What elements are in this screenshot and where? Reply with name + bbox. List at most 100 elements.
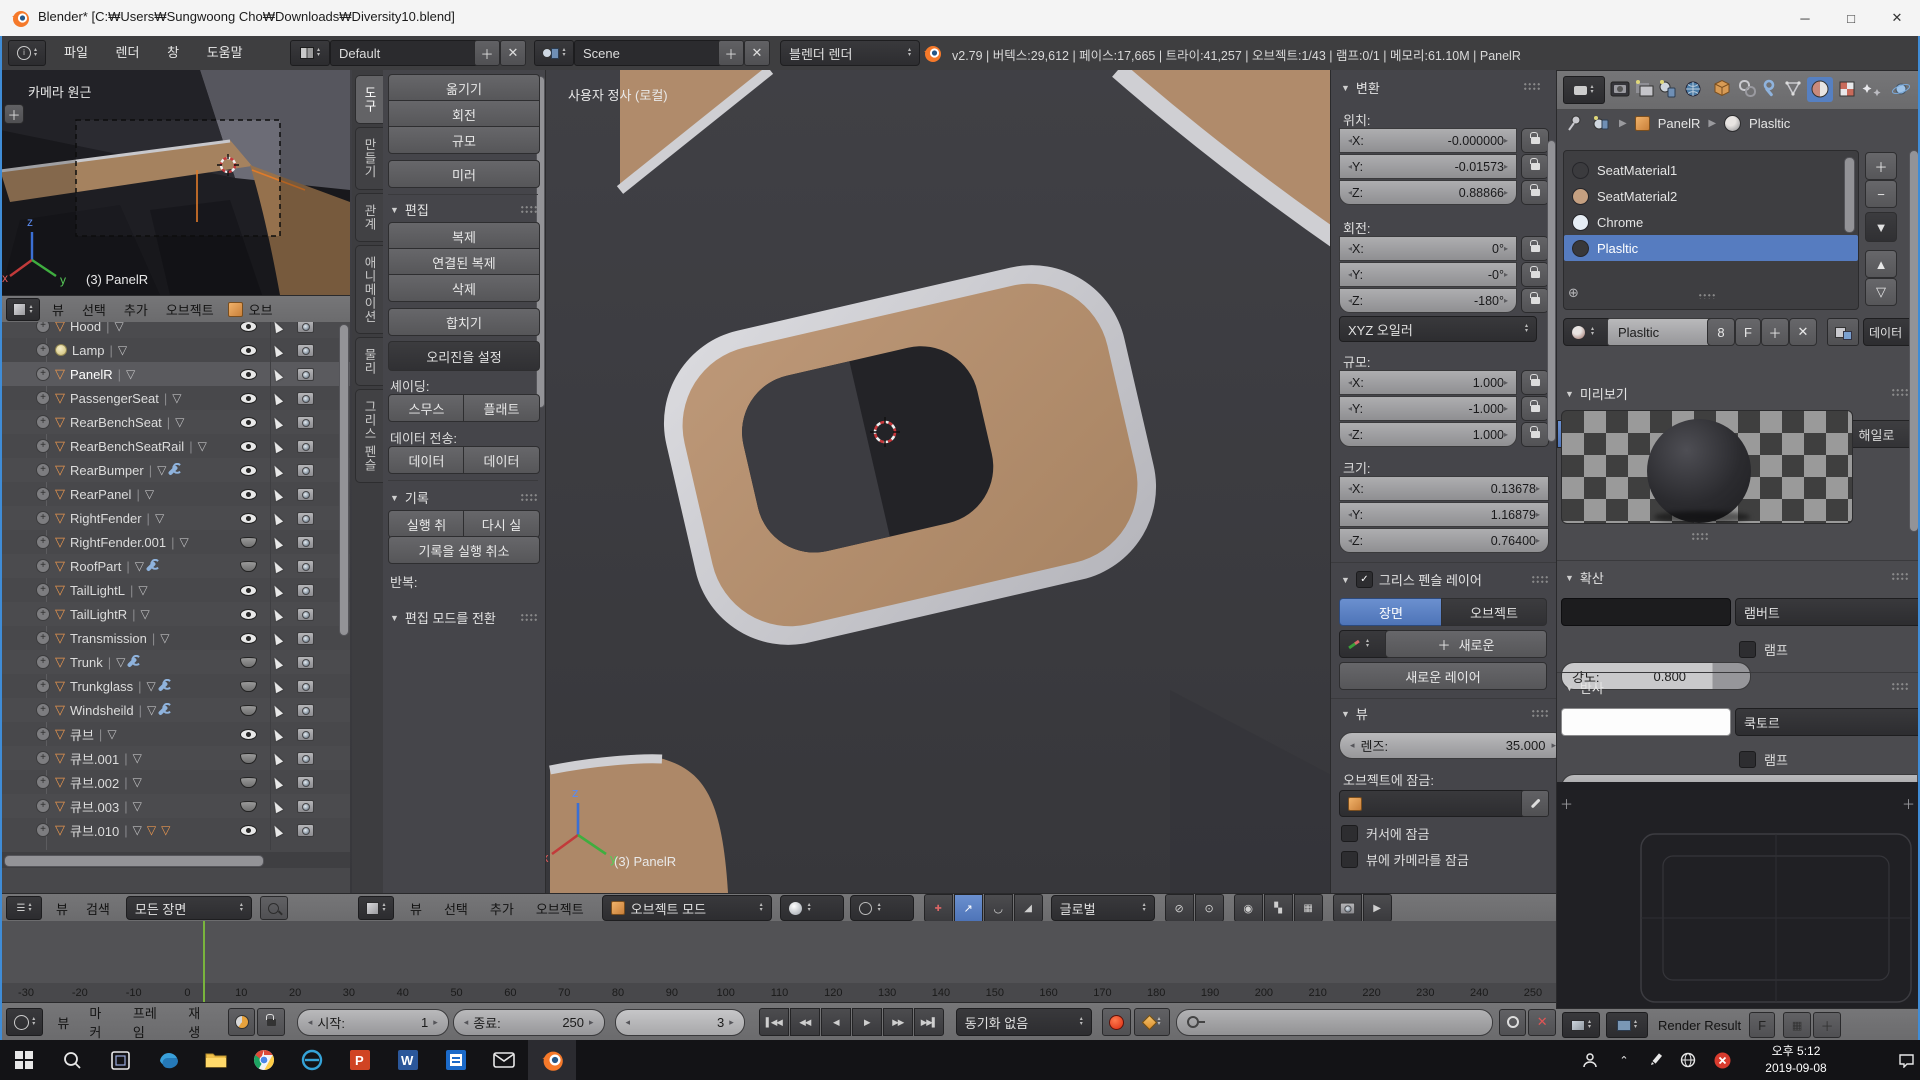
- expand-icon[interactable]: +: [36, 391, 50, 405]
- dimension-field[interactable]: ◂Y:1.16879▸: [1339, 502, 1549, 527]
- rotation-field[interactable]: ◂Y:-0°▸: [1339, 262, 1517, 287]
- visibility-eye-icon[interactable]: [240, 345, 257, 356]
- selectable-arrow-icon[interactable]: [271, 607, 283, 620]
- object-name[interactable]: RearBenchSeatRail: [70, 439, 184, 454]
- visibility-eye-icon[interactable]: [240, 825, 257, 836]
- chrome-icon[interactable]: [240, 1040, 288, 1080]
- expand-icon[interactable]: +: [36, 727, 50, 741]
- search-button[interactable]: [48, 1040, 96, 1080]
- expand-icon[interactable]: +: [36, 463, 50, 477]
- add-scene-button[interactable]: ＋: [718, 40, 744, 66]
- expand-icon[interactable]: +: [36, 415, 50, 429]
- panel-grip[interactable]: [1891, 388, 1909, 396]
- selectable-arrow-icon[interactable]: [271, 703, 283, 716]
- visibility-eye-icon[interactable]: [240, 322, 257, 332]
- mode-select-partial[interactable]: 오브: [249, 300, 273, 319]
- diffuse-color-swatch[interactable]: [1561, 598, 1731, 626]
- action-center-icon[interactable]: [1892, 1040, 1920, 1080]
- renderable-camera-icon[interactable]: [297, 704, 314, 717]
- fake-user-button[interactable]: F: [1749, 1012, 1775, 1038]
- panel-grip[interactable]: [1531, 575, 1549, 583]
- transfer-data-layout-button[interactable]: 데이터: [463, 446, 540, 474]
- outliner-row[interactable]: + ▽ RightFender | ▽ ▽ ▽: [0, 506, 350, 530]
- expand-icon[interactable]: +: [36, 799, 50, 813]
- expand-icon[interactable]: +: [36, 583, 50, 597]
- renderable-camera-icon[interactable]: [297, 536, 314, 549]
- properties-tab-strip[interactable]: [1609, 76, 1917, 103]
- scale-field[interactable]: ◂Z:1.000▸: [1339, 422, 1517, 447]
- menu-render[interactable]: 렌더: [104, 36, 152, 69]
- material-list-scrollbar[interactable]: [1844, 157, 1855, 233]
- visibility-eye-icon[interactable]: [240, 681, 257, 692]
- selectable-arrow-icon[interactable]: [271, 367, 283, 380]
- visibility-eye-icon[interactable]: [240, 393, 257, 404]
- menu-frame[interactable]: 프레임: [133, 1003, 168, 1041]
- expand-icon[interactable]: +: [36, 655, 50, 669]
- lock-object-field[interactable]: [1339, 790, 1535, 817]
- menu-object[interactable]: 오브젝트: [536, 899, 584, 918]
- gp-object-tab[interactable]: 오브젝트: [1441, 598, 1547, 626]
- selectable-arrow-icon[interactable]: [271, 463, 283, 476]
- material-slot[interactable]: Chrome: [1564, 209, 1858, 235]
- hardness-slider[interactable]: ◂경도: 50▸: [1561, 774, 1917, 782]
- panel-grip[interactable]: [520, 493, 538, 501]
- object-name[interactable]: RoofPart: [70, 559, 121, 574]
- use-preview-range-button[interactable]: [228, 1008, 256, 1036]
- mirror-button[interactable]: 미러: [388, 160, 540, 188]
- play-reverse-button[interactable]: ◀: [821, 1008, 851, 1036]
- selectable-arrow-icon[interactable]: [271, 655, 283, 668]
- object-name[interactable]: Transmission: [70, 631, 147, 646]
- selectable-arrow-icon[interactable]: [271, 343, 283, 356]
- render-engine-select[interactable]: 블렌더 렌더▴▾: [780, 40, 920, 66]
- object-name[interactable]: TailLightR: [70, 607, 127, 622]
- transform-orientation-select[interactable]: 글로벌▴▾: [1051, 895, 1155, 921]
- object-name[interactable]: RightFender: [70, 511, 142, 526]
- outliner-row[interactable]: + ▽ RearBumper | ▽ ▽ ▽: [0, 458, 350, 482]
- menu-view[interactable]: 뷰: [56, 899, 68, 918]
- panel-grip[interactable]: [1531, 709, 1549, 717]
- record-button[interactable]: [1102, 1008, 1132, 1036]
- redo-button[interactable]: 다시 실: [463, 510, 540, 538]
- lock-cursor-checkbox[interactable]: [1341, 825, 1358, 842]
- move-slot-up-button[interactable]: ▲: [1865, 250, 1897, 278]
- visibility-eye-icon[interactable]: [240, 705, 257, 716]
- scene-icon-button[interactable]: ▴▾: [534, 40, 574, 66]
- visibility-eye-icon[interactable]: [240, 777, 257, 788]
- selectable-arrow-icon[interactable]: [271, 415, 283, 428]
- task-view-button[interactable]: [96, 1040, 144, 1080]
- scale-button[interactable]: 규모: [388, 126, 540, 154]
- history-panel-header[interactable]: ▼기록: [390, 488, 429, 507]
- grease-pencil-checkbox[interactable]: ✓: [1356, 571, 1373, 588]
- lock-button[interactable]: [1521, 422, 1549, 447]
- pin-icon[interactable]: [1565, 114, 1583, 132]
- outliner-row[interactable]: + ▽ RearBenchSeatRail | ▽ ▽ ▽: [0, 434, 350, 458]
- material-specials-button[interactable]: ▼: [1865, 212, 1897, 242]
- rotate-button[interactable]: 회전: [388, 100, 540, 128]
- shading-select[interactable]: ▴▾: [780, 895, 844, 921]
- material-slot[interactable]: SeatMaterial2: [1564, 183, 1858, 209]
- outliner-row[interactable]: + ▽ 큐브.002 | ▽ ▽ ▽: [0, 770, 350, 794]
- expand-icon[interactable]: +: [36, 679, 50, 693]
- renderable-camera-icon[interactable]: [297, 416, 314, 429]
- end-frame-field[interactable]: ◂종료: 250▸: [453, 1009, 605, 1036]
- renderable-camera-icon[interactable]: [297, 584, 314, 597]
- renderable-camera-icon[interactable]: [297, 512, 314, 525]
- menu-search[interactable]: 검색: [86, 899, 110, 918]
- panel-grip[interactable]: [520, 205, 538, 213]
- location-field[interactable]: ◂Y:-0.01573▸: [1339, 154, 1517, 179]
- outliner-row[interactable]: + ▽ RightFender.001 | ▽ ▽ ▽: [0, 530, 350, 554]
- lock-camera-checkbox[interactable]: [1341, 851, 1358, 868]
- image-editor[interactable]: ＋ ＋: [1556, 782, 1920, 1008]
- expand-icon[interactable]: +: [36, 439, 50, 453]
- selectable-arrow-icon[interactable]: [271, 559, 283, 572]
- outliner-row[interactable]: + ▽ TailLightL | ▽ ▽ ▽: [0, 578, 350, 602]
- rotation-mode-select[interactable]: XYZ 오일러▴▾: [1339, 316, 1537, 342]
- proportional-edit-button[interactable]: ◉: [1234, 894, 1263, 922]
- panel-grip[interactable]: [1891, 572, 1909, 580]
- material-slot[interactable]: Plasltic: [1564, 235, 1858, 261]
- location-field[interactable]: ◂X:-0.000000▸: [1339, 128, 1517, 153]
- new-image-button[interactable]: ＋: [1813, 1012, 1841, 1038]
- renderable-camera-icon[interactable]: [297, 680, 314, 693]
- render-opengl-button[interactable]: [1333, 894, 1362, 922]
- dimension-field[interactable]: ◂Z:0.76400▸: [1339, 528, 1549, 553]
